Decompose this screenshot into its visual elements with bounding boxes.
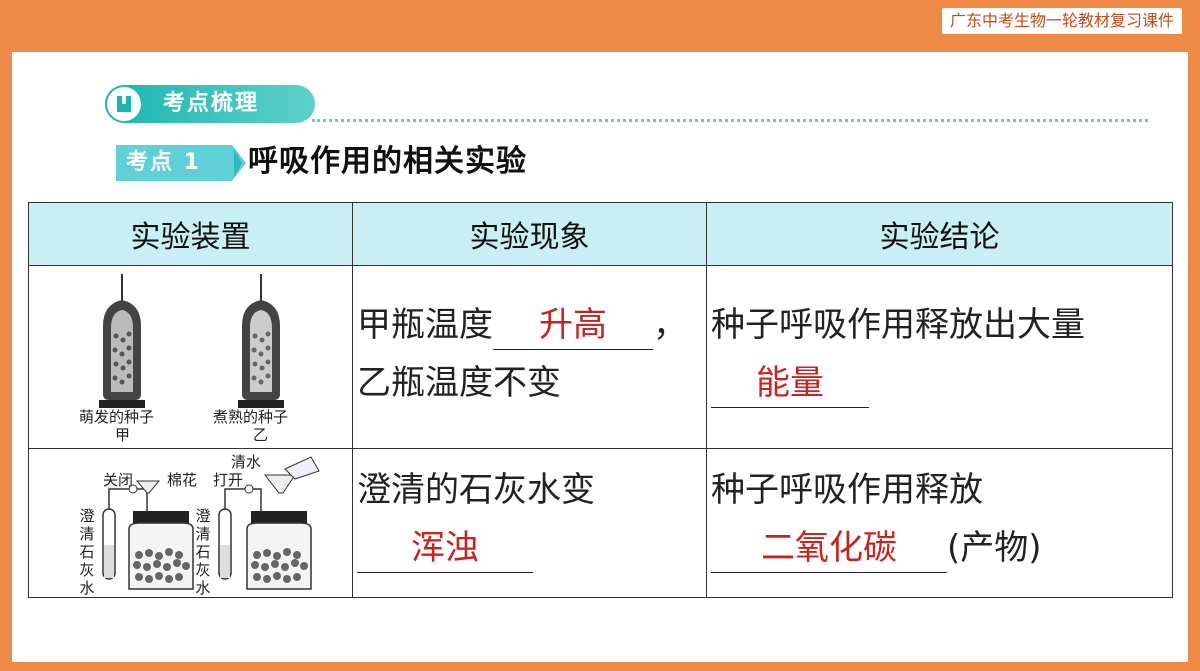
phenomenon-text: 澄清的石灰水变 — [357, 470, 595, 510]
thermos-apparatus: 萌发的种子 甲 煮熟的种子 乙 — [29, 266, 352, 448]
limewater-apparatus: 关闭 棉花 打开 清水 澄清石灰水 澄清石灰水 — [29, 449, 352, 597]
cooked-seeds-label: 煮熟的种子 — [213, 408, 289, 426]
conclusion-cell: 种子呼吸作用释放 二氧化碳 (产物) — [706, 448, 1173, 598]
section-label: 考点梳理 — [163, 91, 260, 116]
answer-blank: 二氧化碳 — [711, 524, 947, 573]
series-tag: 广东中考生物一轮教材复习课件 — [941, 8, 1182, 34]
header-phenomenon: 实验现象 — [352, 202, 707, 266]
limewater-label-left: 澄清石灰水 — [79, 507, 95, 597]
answer-blank: 能量 — [711, 359, 869, 408]
table-row: 关闭 棉花 打开 清水 澄清石灰水 澄清石灰水 澄清的石灰水变 浑浊 种子呼吸作… — [28, 448, 1173, 598]
apparatus-cell: 萌发的种子 甲 煮熟的种子 乙 — [28, 265, 353, 449]
section-divider — [312, 119, 1148, 122]
conclusion-cell: 种子呼吸作用释放出大量 能量 — [706, 265, 1173, 449]
key-point-number: 考点 1 — [126, 150, 201, 175]
phenomenon-cell: 甲瓶温度 升高， 乙瓶温度不变 — [352, 265, 707, 449]
answer-blank: 升高 — [493, 301, 653, 350]
phenomenon-text-line2: 乙瓶温度不变 — [357, 363, 561, 403]
limewater-label-right: 澄清石灰水 — [195, 507, 211, 597]
table-row: 萌发的种子 甲 煮熟的种子 乙 甲瓶温度 升高， 乙瓶温度不变 种子呼吸作用释放出… — [28, 265, 1173, 449]
key-point-badge: 考点 1 — [116, 145, 246, 181]
comma: ， — [653, 305, 687, 345]
flask-b-label: 乙 — [253, 426, 269, 444]
product-note: (产物) — [947, 528, 1042, 568]
clear-water-label: 清水 — [231, 453, 262, 471]
conclusion-text: 种子呼吸作用释放出大量 — [711, 305, 1085, 345]
conclusion-text: 种子呼吸作用释放 — [711, 470, 983, 510]
phenomenon-cell: 澄清的石灰水变 浑浊 — [352, 448, 707, 598]
germinating-seeds-label: 萌发的种子 — [79, 408, 155, 426]
cotton-label: 棉花 — [167, 471, 198, 489]
header-conclusion: 实验结论 — [706, 202, 1173, 266]
table-header-row: 实验装置 实验现象 实验结论 — [28, 202, 1173, 266]
thermos-flasks-illustration — [99, 274, 284, 408]
slide-content: 考点梳理 考点 1 呼吸作用的相关实验 实验装置 实验现象 实验结论 萌发的种子… — [12, 52, 1188, 662]
apparatus-cell: 关闭 棉花 打开 清水 澄清石灰水 澄清石灰水 — [28, 448, 353, 598]
open-label: 打开 — [213, 471, 244, 489]
header-apparatus: 实验装置 — [28, 202, 353, 266]
flask-a-label: 甲 — [115, 426, 131, 444]
closed-label: 关闭 — [103, 471, 134, 489]
book-icon — [107, 87, 141, 121]
phenomenon-text: 甲瓶温度 — [357, 305, 493, 345]
section-header: 考点梳理 — [105, 85, 315, 123]
key-point-title: 呼吸作用的相关实验 — [248, 144, 527, 179]
experiment-table: 实验装置 实验现象 实验结论 萌发的种子 甲 煮熟的种子 乙 甲瓶温度 升高 ，… — [28, 202, 1173, 598]
answer-blank: 浑浊 — [357, 524, 533, 573]
